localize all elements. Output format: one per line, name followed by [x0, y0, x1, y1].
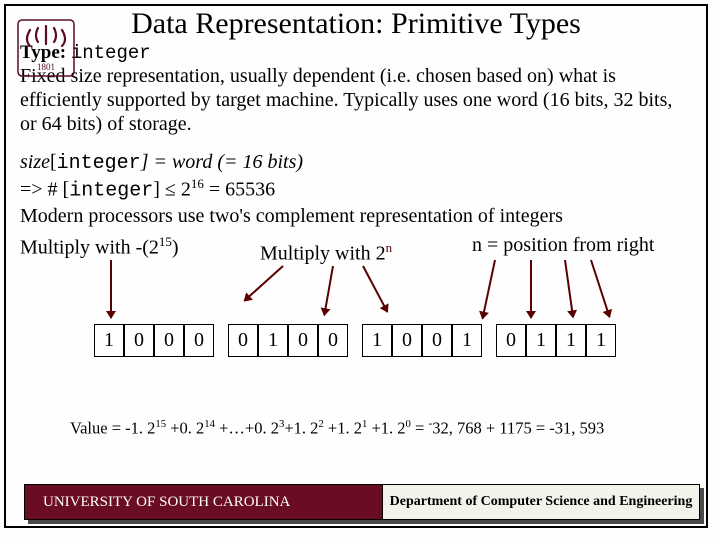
footer: UNIVERSITY OF SOUTH CAROLINA Department … — [24, 484, 700, 520]
size-line-2: => # [integer] ≤ 216 = 65536 — [20, 176, 692, 204]
bit-cell: 0 — [392, 324, 422, 357]
size-block: size[integer] = word (= 16 bits) => # [i… — [20, 150, 692, 230]
annotation-row: Multiply with -(215) Multiply with 2n n … — [20, 234, 692, 272]
arrow-left — [110, 260, 112, 318]
footer-university: UNIVERSITY OF SOUTH CAROLINA — [24, 484, 384, 520]
bit-cell: 0 — [228, 324, 258, 357]
arrow-right-1 — [482, 260, 496, 319]
arrow-mid-3 — [362, 265, 388, 312]
bit-cell: 1 — [362, 324, 392, 357]
multiply-neg-label: Multiply with -(215) — [20, 234, 179, 260]
bit-cell: 0 — [154, 324, 184, 357]
university-logo: 1801 — [16, 18, 76, 78]
bit-cell: 0 — [288, 324, 318, 357]
type-name: integer — [71, 42, 151, 64]
multiply-2n-label: Multiply with 2n — [260, 240, 392, 266]
value-expression: Value = -1. 215 +0. 214 +…+0. 23+1. 22 +… — [20, 418, 692, 439]
size-line-1: size[integer] = word (= 16 bits) — [20, 150, 692, 177]
bit-cell: 0 — [184, 324, 214, 357]
complement-line: Modern processors use two's complement r… — [20, 204, 692, 230]
slide: 1801 Data Representation: Primitive Type… — [4, 4, 708, 528]
type-line: Type: integer — [20, 42, 692, 64]
bit-cell: 1 — [526, 324, 556, 357]
bit-cell: 0 — [318, 324, 348, 357]
bit-cell: 1 — [556, 324, 586, 357]
bit-cell: 1 — [586, 324, 616, 357]
type-description: Fixed size representation, usually depen… — [20, 64, 692, 136]
bit-cell: 1 — [94, 324, 124, 357]
arrow-right-2 — [530, 260, 532, 318]
footer-department: Department of Computer Science and Engin… — [382, 484, 700, 520]
bits-row: 1000010010010111 — [94, 324, 692, 366]
n-definition: n = position from right — [472, 234, 654, 257]
arrow-mid-2 — [323, 266, 334, 316]
bit-cell: 1 — [258, 324, 288, 357]
arrow-mid-1 — [244, 265, 284, 301]
slide-title: Data Representation: Primitive Types — [20, 8, 692, 40]
bit-cell: 0 — [422, 324, 452, 357]
arrow-right-3 — [564, 260, 574, 318]
bit-cell: 1 — [452, 324, 482, 357]
arrow-right-4 — [590, 260, 610, 318]
svg-text:1801: 1801 — [37, 62, 55, 72]
bit-cell: 0 — [124, 324, 154, 357]
bit-cell: 0 — [496, 324, 526, 357]
